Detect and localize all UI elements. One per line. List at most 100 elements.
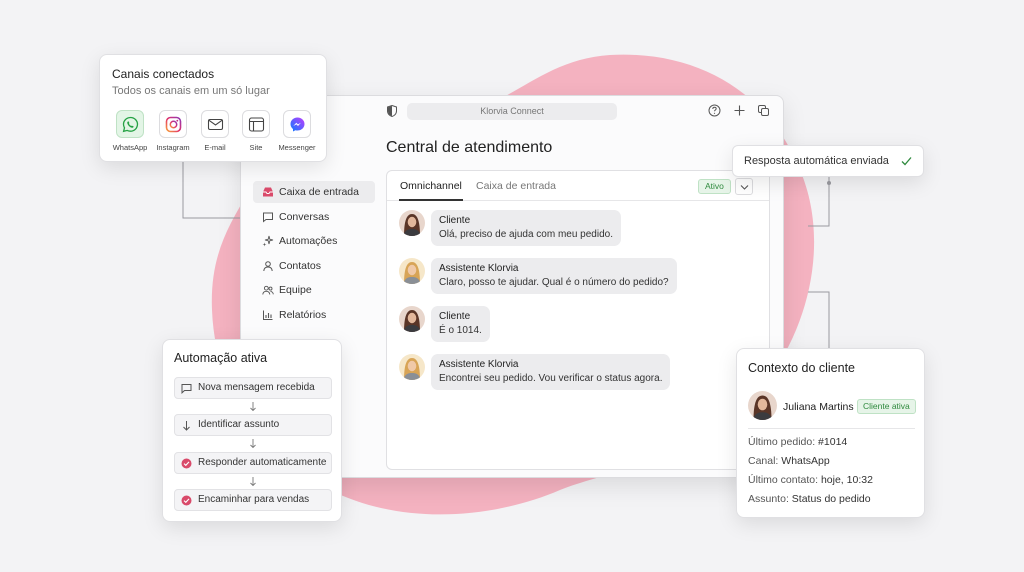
customer-context-card: Contexto do cliente Juliana Martins Clie… [736,348,925,518]
chevron-down-icon [740,185,749,190]
sidebar-item-label: Caixa de entrada [279,186,359,198]
instagram-icon [165,116,182,133]
copy-icon[interactable] [757,104,770,117]
chat-tabs: Omnichannel Caixa de entrada Ativo [387,171,769,201]
sidebar-item-label: Conversas [279,210,330,223]
message-author: Assistente Klorvia [439,263,519,274]
message-text: Encontrei seu pedido. Vou verificar o st… [439,373,663,384]
channel-email[interactable]: E-mail [195,110,235,152]
check-circle-icon [181,495,192,506]
info-row: Último pedido: #1014 [748,436,847,448]
browser-icon [248,117,265,132]
chat-icon [263,212,273,223]
channel-label: Messenger [278,143,316,152]
arrow-down-icon [250,439,256,449]
mail-icon [207,118,224,131]
tab-omnichannel[interactable]: Omnichannel [400,180,462,192]
info-value: WhatsApp [781,455,830,467]
message-bubble: Cliente É o 1014. [431,306,490,342]
info-key: Assunto: [748,493,789,505]
info-key: Último contato: [748,474,819,486]
customer-status-badge: Cliente ativa [857,399,916,414]
customer-avatar [748,391,777,420]
message-bubble: Assistente Klorvia Claro, posso te ajuda… [431,258,677,294]
arrow-down-icon [250,402,256,412]
info-key: Canal: [748,455,779,467]
sparkle-icon [262,236,274,247]
channel-instagram[interactable]: Instagram [153,110,193,152]
sidebar-item-inbox[interactable]: Caixa de entrada [253,181,375,203]
channel-site[interactable]: Site [236,110,276,152]
automation-step[interactable]: Responder automaticamente [174,452,332,474]
step-label: Encaminhar para vendas [198,494,310,505]
sidebar-item-label: Contatos [279,259,322,272]
whatsapp-icon [122,116,139,133]
step-label: Responder automaticamente [198,457,327,468]
message-icon [181,384,192,394]
message-author: Cliente [439,215,471,226]
branch-icon [183,421,190,431]
message-author: Assistente Klorvia [439,359,519,370]
toast-label: Resposta automática enviada [744,155,889,167]
channel-label: Site [249,143,263,152]
check-circle-icon [181,458,192,469]
message-text: É o 1014. [439,325,482,336]
customer-avatar [399,306,425,332]
inbox-icon [263,187,273,197]
sidebar-item-conversas[interactable]: Conversas [253,206,375,228]
sidebar-item-automacoes[interactable]: Automações [253,230,375,252]
sidebar-item-equipe[interactable]: Equipe [253,279,375,301]
arrow-down-icon [250,477,256,487]
info-value: #1014 [818,436,848,448]
message-text: Olá, preciso de ajuda com meu pedido. [439,229,613,240]
assistant-avatar [399,354,425,380]
status-badge: Ativo [698,179,731,194]
sidebar-item-label: Automações [279,235,338,248]
check-icon [901,157,912,166]
user-icon [263,260,273,271]
sidebar-item-contatos[interactable]: Contatos [253,255,375,277]
assistant-avatar [399,258,425,284]
auto-reply-toast: Resposta automática enviada [732,145,924,177]
info-value: hoje, 10:32 [820,474,873,486]
card-title: Contexto do cliente [748,361,856,375]
automation-step[interactable]: Encaminhar para vendas [174,489,332,511]
status-dropdown-button[interactable] [735,178,753,195]
chat-panel: Omnichannel Caixa de entrada Ativo Clien… [386,170,770,470]
channel-label: WhatsApp [112,143,148,152]
info-row: Último contato: hoje, 10:32 [748,474,873,486]
customer-avatar [399,210,425,236]
card-title: Automação ativa [174,351,268,365]
channel-messenger[interactable]: Messenger [277,110,317,152]
tab-caixa-de-entrada[interactable]: Caixa de entrada [476,180,556,192]
message-text: Claro, posso te ajudar. Qual é o número … [439,277,669,288]
page-title: Central de atendimento [386,139,553,156]
card-title: Canais conectados [112,67,215,81]
automation-step[interactable]: Identificar assunto [174,414,332,436]
users-icon [262,286,274,295]
message-bubble: Cliente Olá, preciso de ajuda com meu pe… [431,210,621,246]
active-automation-card: Automação ativa Nova mensagem recebida I… [162,339,342,522]
channel-label: E-mail [204,143,226,152]
card-subtitle: Todos os canais em um só lugar [112,85,270,97]
divider [748,428,915,429]
address-bar[interactable]: Klorvia Connect [407,103,617,120]
plus-icon[interactable] [733,104,746,117]
sidebar: Caixa de entrada Conversas Automações Co… [253,181,375,329]
info-row: Assunto: Status do pedido [748,493,871,505]
info-row: Canal: WhatsApp [748,455,830,467]
sidebar-item-label: Relatórios [279,308,327,321]
sidebar-item-label: Equipe [279,284,312,297]
shield-icon [387,105,397,117]
step-label: Identificar assunto [198,419,280,430]
sidebar-item-relatorios[interactable]: Relatórios [253,304,375,326]
active-tab-indicator [399,199,463,201]
info-value: Status do pedido [791,493,871,505]
step-label: Nova mensagem recebida [198,382,315,393]
channel-whatsapp[interactable]: WhatsApp [110,110,150,152]
chart-icon [263,310,273,320]
automation-step[interactable]: Nova mensagem recebida [174,377,332,399]
help-icon[interactable] [708,104,721,117]
connected-channels-card: Canais conectados Todos os canais em um … [99,54,327,162]
message-author: Cliente [439,311,471,322]
